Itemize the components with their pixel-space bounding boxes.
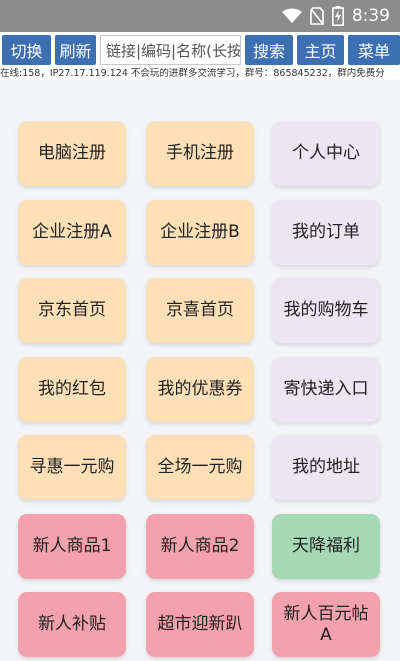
shortcut-tile[interactable]: 手机注册 (146, 121, 254, 186)
shortcut-tile-label: 京喜首页 (166, 300, 234, 320)
wifi-icon (281, 8, 302, 23)
shortcut-tile[interactable]: 新人商品1 (18, 514, 126, 579)
shortcut-tile[interactable]: 超市迎新趴 (146, 592, 254, 657)
shortcut-tile[interactable]: 企业注册A (18, 200, 126, 265)
shortcut-tile-label: 京东首页 (38, 300, 106, 320)
switch-button[interactable]: 切换 (2, 35, 51, 65)
shortcut-tile-label: 我的地址 (292, 457, 360, 477)
shortcut-tile-label: 天降福利 (292, 536, 360, 556)
shortcut-tile-label: 个人中心 (292, 143, 360, 163)
shortcut-tile-label: 手机注册 (166, 143, 234, 163)
info-ticker: 在线:158，IP27.17.119.124 不会玩的进群多交流学习，群号：86… (0, 68, 400, 80)
search-button[interactable]: 搜索 (245, 35, 293, 65)
shortcut-tile[interactable]: 寻惠一元购 (18, 435, 126, 500)
shortcut-tile-label: 企业注册B (160, 222, 240, 242)
shortcut-tile-label: 全场一元购 (157, 457, 243, 477)
menu-button[interactable]: 菜单 (348, 35, 400, 65)
shortcut-tile[interactable]: 新人百元帖A (272, 592, 380, 657)
shortcut-tile[interactable]: 新人补贴 (18, 592, 126, 657)
shortcut-tile-label: 新人百元帖A (283, 603, 369, 645)
shortcut-tile-label: 我的订单 (292, 222, 360, 242)
refresh-button[interactable]: 刷新 (55, 35, 96, 65)
status-bar: 8:39 (0, 0, 400, 32)
shortcut-tile-label: 新人补贴 (38, 614, 106, 634)
shortcut-tile[interactable]: 企业注册B (146, 200, 254, 265)
shortcut-tile[interactable]: 天降福利 (272, 514, 380, 579)
shortcut-tile-label: 新人商品2 (160, 536, 240, 556)
shortcut-tile-label: 寻惠一元购 (29, 457, 115, 477)
shortcut-tile-label: 超市迎新趴 (157, 614, 243, 634)
shortcut-tile[interactable]: 寄快递入口 (272, 357, 380, 422)
shortcut-tile[interactable]: 我的订单 (272, 200, 380, 265)
search-input[interactable]: 链接|编码|名称(长按 (100, 35, 241, 65)
shortcut-tile-label: 企业注册A (32, 222, 112, 242)
shortcut-tile[interactable]: 我的红包 (18, 357, 126, 422)
shortcut-tile[interactable]: 京喜首页 (146, 278, 254, 343)
home-button[interactable]: 主页 (297, 35, 344, 65)
shortcut-tile[interactable]: 我的优惠券 (146, 357, 254, 422)
toolbar: 切换 刷新 链接|编码|名称(长按 搜索 主页 菜单 (0, 32, 400, 68)
shortcut-tile[interactable]: 新人商品2 (146, 514, 254, 579)
shortcut-tile-label: 我的优惠券 (157, 379, 243, 399)
search-placeholder: 链接|编码|名称(长按 (106, 41, 241, 60)
shortcut-tile[interactable]: 京东首页 (18, 278, 126, 343)
shortcut-tile[interactable]: 个人中心 (272, 121, 380, 186)
shortcut-tile-label: 新人商品1 (32, 536, 112, 556)
battery-charging-icon (331, 6, 344, 26)
shortcut-tile-label: 寄快递入口 (283, 379, 369, 399)
shortcut-tile-label: 电脑注册 (38, 143, 106, 163)
shortcut-tile-label: 我的红包 (38, 379, 106, 399)
shortcut-tile-label: 我的购物车 (283, 300, 369, 320)
shortcut-tile[interactable]: 我的购物车 (272, 278, 380, 343)
shortcut-tile[interactable]: 我的地址 (272, 435, 380, 500)
shortcut-tile[interactable]: 电脑注册 (18, 121, 126, 186)
shortcut-tile[interactable]: 全场一元购 (146, 435, 254, 500)
no-sim-icon (310, 7, 324, 25)
status-time: 8:39 (351, 6, 390, 26)
